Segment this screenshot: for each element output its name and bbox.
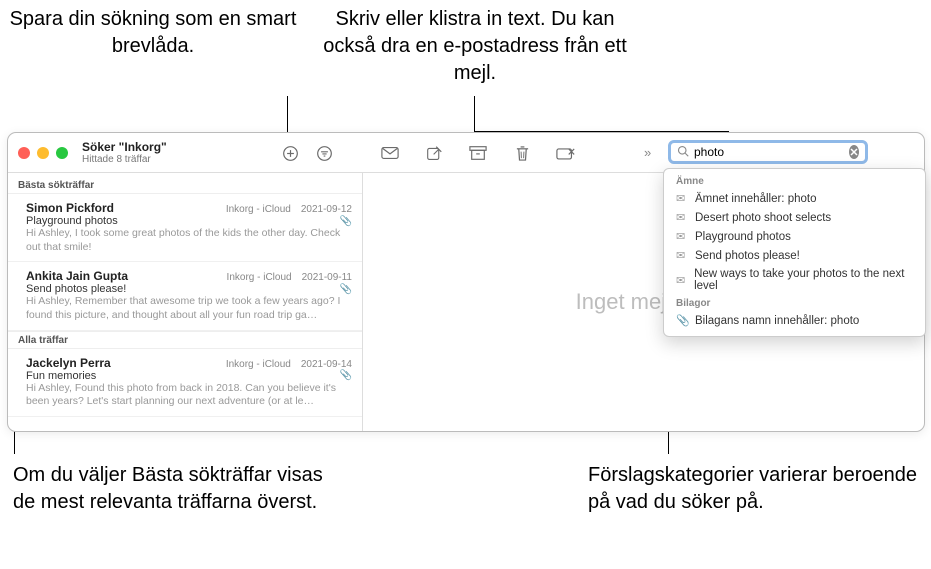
message-from: Simon Pickford — [26, 201, 226, 215]
suggestion-item[interactable]: ✉ Playground photos — [664, 227, 925, 246]
message-preview: Hi Ashley, Remember that awesome trip we… — [26, 295, 352, 322]
more-toolbar-button[interactable]: » — [644, 145, 651, 160]
archive-button[interactable] — [468, 143, 488, 163]
suggestion-label: New ways to take your photos to the next… — [694, 268, 913, 292]
section-header-all: Alla träffar — [8, 331, 362, 349]
suggestions-attachments-header: Bilagor — [664, 295, 925, 311]
x-icon — [850, 148, 858, 156]
envelope-icon: ✉ — [676, 249, 688, 262]
message-from: Ankita Jain Gupta — [26, 269, 227, 283]
suggestion-label: Desert photo shoot selects — [695, 212, 831, 224]
suggestion-label: Bilagans namn innehåller: photo — [695, 315, 859, 327]
title-block: Söker "Inkorg" Hittade 8 träffar — [82, 140, 167, 165]
search-input[interactable] — [694, 145, 849, 159]
archive-icon — [469, 145, 487, 161]
filter-button[interactable] — [314, 143, 334, 163]
junk-button[interactable] — [556, 143, 576, 163]
suggestion-item[interactable]: ✉ New ways to take your photos to the ne… — [664, 265, 925, 295]
suggestion-label: Send photos please! — [695, 250, 800, 262]
message-date: 2021-09-14 — [301, 359, 352, 370]
paperclip-icon: 📎 — [340, 284, 352, 295]
envelope-icon: ✉ — [676, 230, 688, 243]
message-location: Inkorg - iCloud — [226, 204, 291, 215]
paperclip-icon: 📎 — [340, 216, 352, 227]
message-subject: Send photos please! — [26, 283, 340, 295]
close-window-button[interactable] — [18, 147, 30, 159]
compose-button[interactable] — [424, 143, 444, 163]
search-field-wrap — [668, 140, 868, 164]
search-subtitle: Hittade 8 träffar — [82, 154, 167, 165]
sidebar-toolbar-icons — [280, 143, 334, 163]
search-title: Söker "Inkorg" — [82, 140, 167, 154]
envelope-icon: ✉ — [676, 274, 687, 287]
message-date: 2021-09-11 — [302, 272, 352, 283]
callout-best-hits: Om du väljer Bästa sökträffar visas de m… — [13, 462, 343, 516]
message-from: Jackelyn Perra — [26, 356, 226, 370]
envelope-icon — [381, 146, 399, 160]
trash-icon — [515, 145, 530, 162]
filter-circle-icon — [316, 145, 333, 162]
message-location: Inkorg - iCloud — [227, 272, 292, 283]
delete-button[interactable] — [512, 143, 532, 163]
message-row[interactable]: Ankita Jain Gupta Inkorg - iCloud 2021-0… — [8, 262, 362, 330]
suggestion-label: Playground photos — [695, 231, 791, 243]
callout-save-smart-mailbox: Spara din sökning som en smart brevlåda. — [8, 6, 298, 60]
paperclip-icon: 📎 — [676, 314, 688, 327]
suggestions-subject-header: Ämne — [664, 173, 925, 189]
suggestion-item[interactable]: ✉ Ämnet innehåller: photo — [664, 189, 925, 208]
message-subject: Playground photos — [26, 215, 340, 227]
suggestion-item[interactable]: ✉ Send photos please! — [664, 246, 925, 265]
junk-icon — [556, 146, 576, 161]
message-preview: Hi Ashley, Found this photo from back in… — [26, 382, 352, 409]
window-controls — [18, 147, 68, 159]
toolbar: Söker "Inkorg" Hittade 8 träffar — [8, 133, 924, 173]
suggestion-item[interactable]: 📎 Bilagans namn innehåller: photo — [664, 311, 925, 330]
zoom-window-button[interactable] — [56, 147, 68, 159]
message-row[interactable]: Simon Pickford Inkorg - iCloud 2021-09-1… — [8, 194, 362, 262]
compose-icon — [426, 145, 443, 162]
message-preview: Hi Ashley, I took some great photos of t… — [26, 227, 352, 254]
message-list: Bästa sökträffar Simon Pickford Inkorg -… — [8, 173, 363, 431]
section-header-best: Bästa sökträffar — [8, 177, 362, 194]
suggestion-label: Ämnet innehåller: photo — [695, 193, 816, 205]
search-suggestions-popover: Ämne ✉ Ämnet innehåller: photo ✉ Desert … — [663, 168, 926, 337]
search-icon — [677, 145, 689, 160]
envelope-icon: ✉ — [676, 192, 688, 205]
suggestion-item[interactable]: ✉ Desert photo shoot selects — [664, 208, 925, 227]
message-subject: Fun memories — [26, 370, 340, 382]
paperclip-icon: 📎 — [340, 370, 352, 381]
mark-read-button[interactable] — [380, 143, 400, 163]
message-row[interactable]: Jackelyn Perra Inkorg - iCloud 2021-09-1… — [8, 349, 362, 417]
mail-window: Söker "Inkorg" Hittade 8 träffar — [7, 132, 925, 432]
message-location: Inkorg - iCloud — [226, 359, 291, 370]
plus-circle-icon — [282, 145, 299, 162]
message-toolbar-icons — [380, 143, 576, 163]
save-smart-mailbox-button[interactable] — [280, 143, 300, 163]
leader-line — [474, 96, 475, 131]
envelope-icon: ✉ — [676, 211, 688, 224]
clear-search-button[interactable] — [849, 145, 859, 159]
callout-type-or-paste: Skriv eller klistra in text. Du kan ocks… — [310, 6, 640, 87]
callout-suggestion-categories: Förslagskategorier varierar beroende på … — [588, 462, 918, 516]
message-date: 2021-09-12 — [301, 204, 352, 215]
minimize-window-button[interactable] — [37, 147, 49, 159]
